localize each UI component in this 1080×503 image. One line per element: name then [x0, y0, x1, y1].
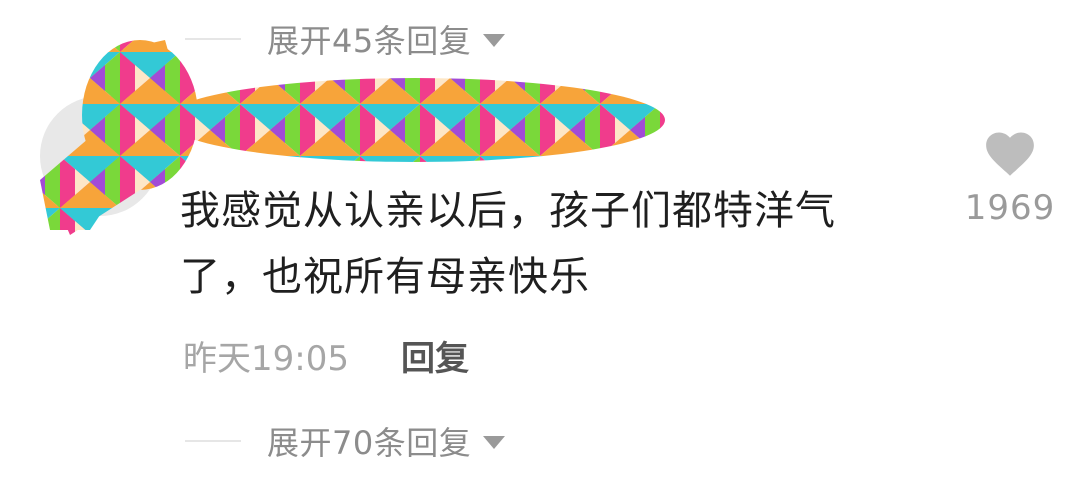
expand-replies-label: 展开70条回复: [267, 424, 472, 462]
expand-replies-bottom[interactable]: 展开70条回复: [185, 416, 506, 466]
comment-line-2: 了，也祝所有母亲快乐: [180, 254, 590, 300]
comment-meta: 昨天19:05 回复: [183, 330, 469, 380]
like-button[interactable]: 1969: [960, 128, 1060, 248]
chevron-down-icon: [483, 436, 506, 449]
comment-line-1: 我感觉从认亲以后，孩子们都特洋气: [180, 188, 836, 234]
reply-button[interactable]: 回复: [401, 331, 469, 380]
divider-line: [185, 440, 241, 442]
like-count: 1969: [964, 188, 1056, 228]
timestamp: 昨天19:05: [183, 338, 349, 379]
heart-icon: [986, 132, 1034, 176]
comment-body: 我感觉从认亲以后，孩子们都特洋气 了，也祝所有母亲快乐: [180, 178, 900, 310]
